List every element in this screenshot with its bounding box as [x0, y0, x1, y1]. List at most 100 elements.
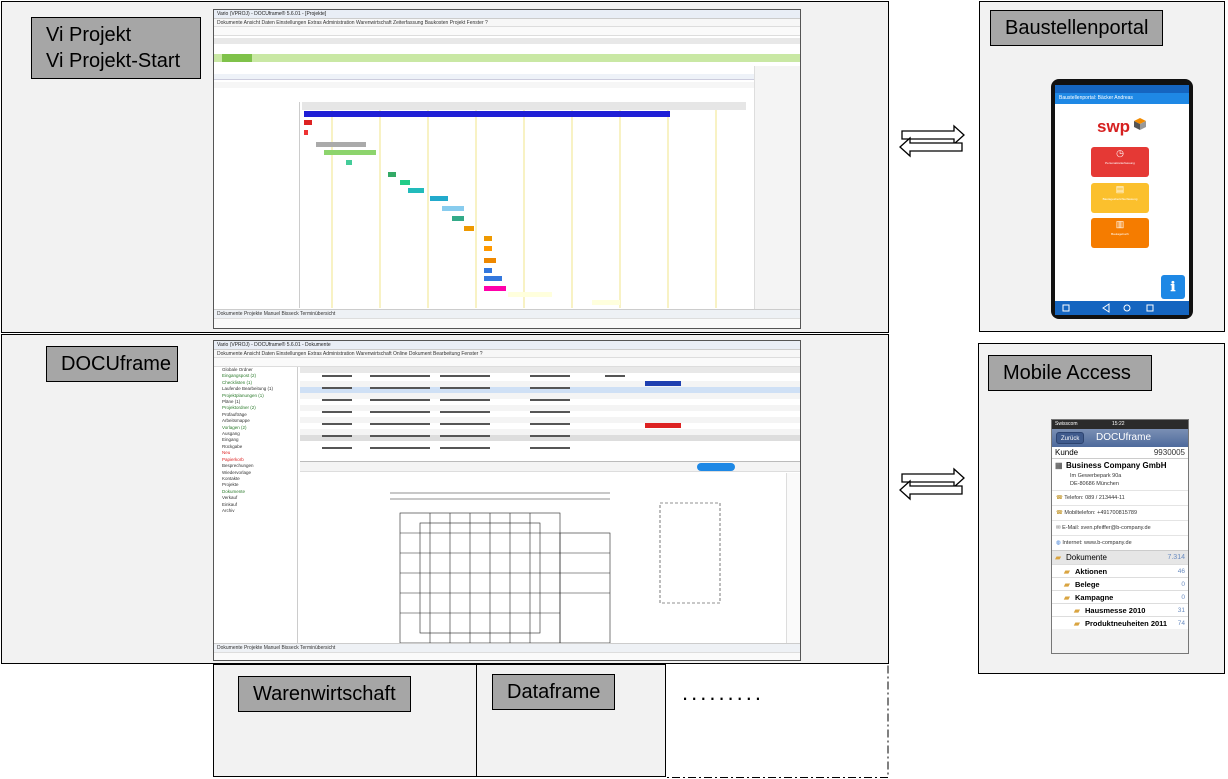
swp-logo-text: swp [1097, 117, 1131, 136]
floor-plan-drawing [390, 492, 721, 644]
building-icon: ▦ [1055, 461, 1063, 470]
personalzeiterfassung-label: Personalzeiterfassung [1105, 161, 1135, 165]
baustellen-phone-statusbar [1055, 85, 1189, 93]
mobil-text: Mobiltelefon: +491700815789 [1064, 510, 1138, 516]
more-modules-ellipsis: ......... [682, 680, 765, 705]
vi-app-toolbar [214, 27, 800, 36]
folder-item-hausmesse[interactable]: ▰ Hausmesse 2010 31 [1052, 603, 1188, 616]
bautagebuch-button[interactable]: ▥ Bautagebuch [1091, 218, 1149, 248]
android-nav-icons [1062, 303, 1154, 313]
folder-icon: ▰ [1074, 619, 1080, 628]
pdf-right-tools [786, 473, 800, 645]
docuframe-screenshot: Vario (VPROJ) - DOCUframe® 5.6.01 - Doku… [213, 340, 801, 661]
address-line-2: DE-80686 München [1070, 481, 1119, 487]
ios-navbar: Zurück DOCUframe [1052, 429, 1188, 447]
exchange-arrows-icon-top [899, 124, 965, 158]
vi-app-menubar: Dokumente Ansicht Daten Einstellungen Ex… [214, 19, 800, 27]
personalzeiterfassung-button[interactable]: ◷ Personalzeiterfassung [1091, 147, 1149, 177]
vi-right-sidebar [754, 66, 800, 316]
kunde-row: Kunde 9930005 [1052, 447, 1188, 459]
book-icon: ▥ [1115, 219, 1125, 229]
folder-item-belege[interactable]: ▰ Belege 0 [1052, 577, 1188, 590]
ios-statusbar: Swisscom 15:22 [1052, 420, 1188, 429]
docu-folder-tree: Globale Ordner Eingangspost (2) Checklis… [214, 367, 298, 645]
vi-project-header-row [214, 38, 800, 44]
exchange-arrows-icon-bottom [899, 467, 965, 501]
internet-text: Internet: www.b-company.de [1062, 540, 1132, 546]
bautagebuch-label: Bautagebuch [1111, 232, 1129, 236]
phone-icon: ☎ [1056, 495, 1063, 501]
kunde-label: Kunde [1055, 448, 1079, 457]
email-text: E-Mail: sven.pfeiffer@b-company.de [1062, 525, 1151, 531]
folder-item-kampagne[interactable]: ▰ Kampagne 0 [1052, 590, 1188, 603]
mobile-icon: ☎ [1056, 510, 1063, 516]
baustellen-phone-screen: Baustellenportal: Bäcker Andreas swp ◷ P… [1055, 85, 1189, 301]
telefon-row[interactable]: ☎ Telefon: 089 / 213444-11 [1052, 490, 1188, 505]
clock-icon: ◷ [1116, 148, 1124, 158]
vi-gantt-svg [302, 102, 746, 308]
vi-project-record-highlight [222, 54, 252, 62]
baustellenportal-label: Baustellenportal [990, 10, 1164, 46]
back-button[interactable]: Zurück [1056, 432, 1085, 444]
vi-projekt-screenshot: Vario (VPROJ) - DOCUframe® 5.6.01 - [Pro… [213, 9, 801, 329]
docu-app-toolbar [214, 358, 800, 367]
vi-project-record-row [214, 54, 800, 62]
info-icon: ℹ [1170, 279, 1176, 294]
vi-gantt-chart [302, 102, 746, 308]
dokumente-label: Dokumente [1066, 553, 1107, 562]
docu-document-list [300, 367, 800, 459]
contact-list: ☎ Telefon: 089 / 213444-11 ☎ Mobiltelefo… [1052, 490, 1188, 550]
docu-app-statusbar: Dokumente Projekte Manuel Bisseck Termin… [214, 643, 800, 652]
mobile-access-label: Mobile Access [988, 355, 1152, 391]
clock-text: 15:22 [1112, 421, 1125, 427]
docu-app-bottom-strip [214, 652, 800, 660]
vi-gantt-task-list [220, 102, 300, 308]
swp-logo: swp [1097, 117, 1147, 137]
docuframe-label: DOCUframe [46, 346, 178, 382]
email-icon: ✉ [1056, 525, 1061, 531]
baustellen-phone-navbar [1055, 301, 1189, 315]
dokumente-count: 7.314 [1167, 554, 1185, 561]
company-row[interactable]: ▦ Business Company GmbH [1052, 459, 1188, 472]
folder-open-icon: ▰ [1055, 553, 1062, 562]
swp-cube-icon [1134, 118, 1146, 130]
dokumente-row[interactable]: ▰ Dokumente 7.314 [1052, 550, 1188, 564]
docu-list-svg [300, 367, 800, 449]
mobil-row[interactable]: ☎ Mobiltelefon: +491700815789 [1052, 505, 1188, 520]
folder-item-aktionen[interactable]: ▰ Aktionen 46 [1052, 564, 1188, 577]
vi-app-titlebar: Vario (VPROJ) - DOCUframe® 5.6.01 - [Pro… [214, 10, 800, 19]
docu-app-titlebar: Vario (VPROJ) - DOCUframe® 5.6.01 - Doku… [214, 341, 800, 350]
baustellen-phone: Baustellenportal: Bäcker Andreas swp ◷ P… [1051, 79, 1193, 319]
bautagesbericht-button[interactable]: ▤ Bautagesberichterfassung [1091, 183, 1149, 213]
company-name: Business Company GmbH [1066, 461, 1167, 470]
mobile-phone-screen: Swisscom 15:22 Zurück DOCUframe Kunde 99… [1051, 419, 1189, 654]
internet-row[interactable]: ◍ Internet: www.b-company.de [1052, 535, 1188, 550]
kunde-number: 9930005 [1153, 448, 1185, 457]
vi-app-bottom-strip [214, 318, 800, 328]
globe-icon: ◍ [1056, 540, 1061, 546]
document-icon: ▤ [1115, 184, 1125, 194]
docu-app-menubar: Dokumente Ansicht Daten Einstellungen Ex… [214, 350, 800, 358]
pdf-sign-button[interactable] [697, 463, 735, 471]
tree-item[interactable]: Archiv [222, 508, 297, 514]
dataframe-label: Dataframe [492, 674, 616, 710]
address-block: Im Gewerbepark 90a DE-80686 München [1052, 472, 1188, 490]
docu-pdf-viewer [300, 461, 800, 645]
vi-projekt-label: Vi Projekt Vi Projekt-Start [31, 17, 201, 79]
folder-count: 74 [1177, 620, 1185, 627]
baustellen-header: Baustellenportal: Bäcker Andreas [1055, 93, 1189, 104]
email-row[interactable]: ✉ E-Mail: sven.pfeiffer@b-company.de [1052, 520, 1188, 535]
nav-title: DOCUframe [1096, 432, 1152, 443]
bautagesbericht-label: Bautagesberichterfassung [1102, 197, 1138, 201]
vi-tab-row [214, 74, 800, 80]
folder-label: Produktneuheiten 2011 [1085, 619, 1168, 628]
address-line-1: Im Gewerbepark 90a [1070, 473, 1122, 479]
vi-app-statusbar: Dokumente Projekte Manuel Bisseck Termin… [214, 309, 800, 318]
vi-ribbon-row [214, 82, 754, 88]
warenwirtschaft-label: Warenwirtschaft [238, 676, 411, 712]
telefon-text: Telefon: 089 / 213444-11 [1064, 495, 1125, 501]
info-button[interactable]: ℹ [1161, 275, 1185, 299]
gantt-summary-bar [304, 111, 670, 117]
carrier-text: Swisscom [1055, 421, 1078, 427]
folder-item-produktneuheiten[interactable]: ▰ Produktneuheiten 2011 74 [1052, 616, 1188, 629]
